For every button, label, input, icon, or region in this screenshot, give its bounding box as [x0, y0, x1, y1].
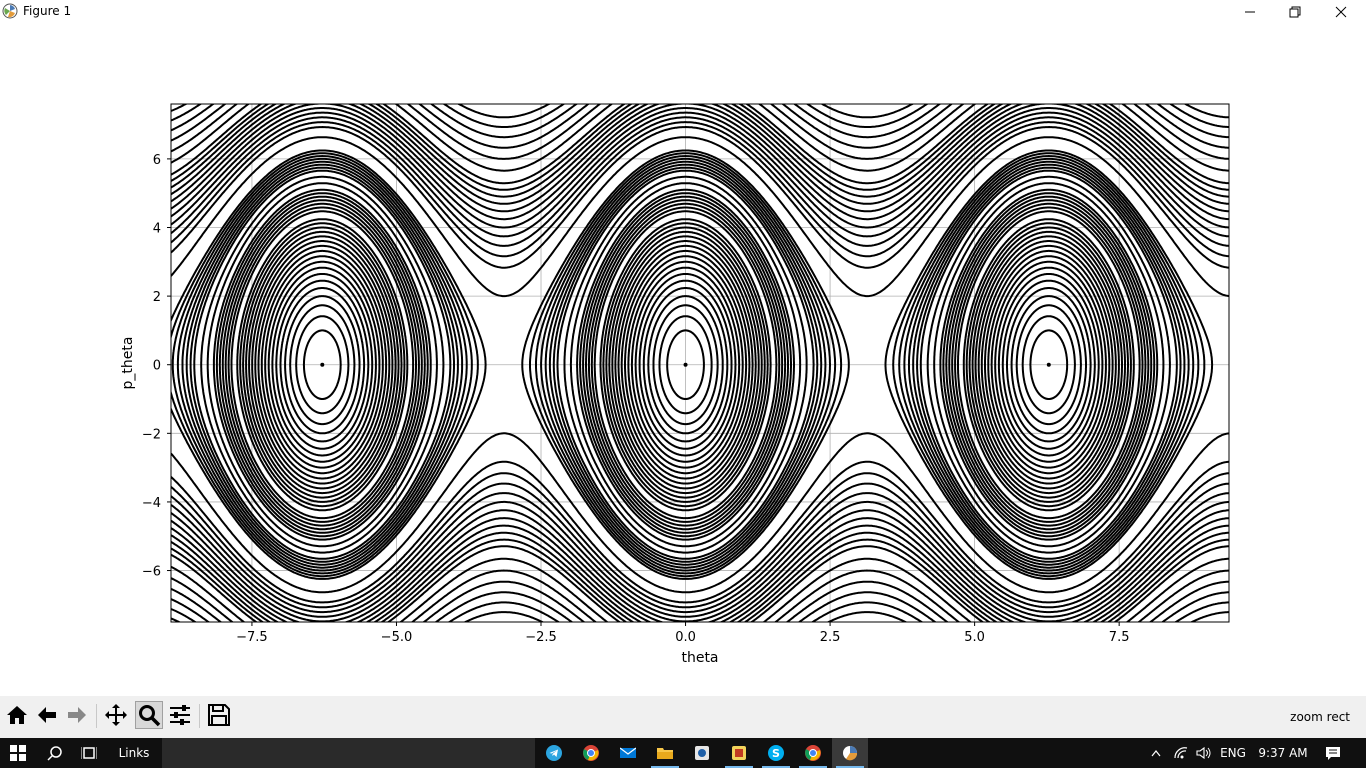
- x-tick-label: 0.0: [675, 630, 696, 645]
- taskbar-app-telegram[interactable]: [536, 738, 572, 768]
- language-indicator: ENG: [1220, 746, 1246, 760]
- app-icon: [695, 746, 709, 760]
- save-button[interactable]: [205, 701, 233, 729]
- x-tick-label: 7.5: [1109, 630, 1130, 645]
- y-tick-label: −6: [142, 565, 161, 580]
- chevron-up-icon: [1151, 750, 1161, 757]
- minimize-button[interactable]: [1227, 0, 1273, 24]
- taskbar-app-figure[interactable]: [832, 738, 868, 768]
- taskbar-app-chrome-2[interactable]: [795, 738, 831, 768]
- phase-space-chart[interactable]: −7.5 −5.0 −2.5 0.0 2.5 5.0 7.5 −6 −4 −2 0 2 4 6 theta p…: [0, 24, 1366, 696]
- clock-button[interactable]: 9:37 AM: [1252, 738, 1314, 768]
- toolbar-status-message: zoom rect: [1290, 710, 1350, 724]
- x-tick-label: −2.5: [525, 630, 557, 645]
- volume-button[interactable]: [1194, 738, 1214, 768]
- home-button[interactable]: [3, 701, 31, 729]
- taskbar-app-2[interactable]: [721, 738, 757, 768]
- links-label: Links: [118, 746, 150, 760]
- window-titlebar: Figure 1: [0, 0, 1366, 24]
- pan-button[interactable]: [102, 701, 130, 729]
- input-language-button[interactable]: ENG: [1216, 738, 1250, 768]
- restore-button[interactable]: [1272, 0, 1318, 24]
- x-tick-label: −7.5: [236, 630, 268, 645]
- telegram-icon: [546, 745, 562, 761]
- navigation-toolbar: zoom rect: [0, 696, 1366, 738]
- y-tick-label: 4: [153, 221, 161, 236]
- task-view-button[interactable]: [72, 738, 106, 768]
- taskbar-app-chrome[interactable]: [573, 738, 609, 768]
- zoom-button[interactable]: [135, 701, 163, 729]
- toolbar-separator: [96, 704, 97, 728]
- chrome-icon: [805, 745, 821, 761]
- y-axis-label: p_theta: [120, 337, 136, 390]
- zoom-icon: [139, 705, 161, 727]
- close-button[interactable]: [1318, 0, 1364, 24]
- forward-button[interactable]: [63, 701, 91, 729]
- figure-canvas[interactable]: −7.5 −5.0 −2.5 0.0 2.5 5.0 7.5 −6 −4 −2 0 2 4 6 theta p…: [0, 24, 1366, 696]
- notification-icon: [1326, 747, 1340, 760]
- configure-subplots-icon: [170, 705, 190, 725]
- skype-icon: S: [768, 745, 784, 761]
- taskbar-app-file-explorer[interactable]: [647, 738, 683, 768]
- links-toolbar[interactable]: Links: [106, 738, 162, 768]
- window-title: Figure 1: [23, 4, 72, 18]
- taskbar-blank-area: [162, 738, 535, 768]
- windows-logo-icon: [10, 745, 26, 761]
- svg-text:S: S: [772, 747, 780, 760]
- fixed-point-marker: [1046, 362, 1051, 367]
- save-icon: [208, 704, 230, 726]
- action-center-button[interactable]: [1318, 738, 1348, 768]
- chrome-icon: [583, 745, 599, 761]
- y-tick-label: 2: [153, 290, 161, 305]
- x-axis-label: theta: [681, 650, 718, 666]
- fixed-point-marker: [683, 362, 688, 367]
- rotation-contour-upper: [171, 104, 1229, 149]
- matplotlib-app-icon: [2, 3, 18, 19]
- forward-arrow-icon: [68, 707, 86, 723]
- back-arrow-icon: [38, 707, 56, 723]
- file-explorer-icon: [657, 748, 673, 759]
- taskbar-app-skype[interactable]: S: [758, 738, 794, 768]
- search-button[interactable]: [38, 738, 72, 768]
- x-tick-label: 2.5: [820, 630, 841, 645]
- speaker-icon: [1196, 746, 1211, 760]
- pan-icon: [105, 704, 127, 726]
- windows-taskbar: Links S ENG 9:37 AM: [0, 738, 1366, 768]
- back-button[interactable]: [33, 701, 61, 729]
- home-icon: [7, 706, 27, 724]
- toolbar-separator: [199, 704, 200, 728]
- network-button[interactable]: [1170, 738, 1192, 768]
- minimize-icon: [1245, 11, 1255, 13]
- close-icon: [1335, 6, 1347, 18]
- start-button[interactable]: [0, 738, 36, 768]
- mail-icon: [620, 747, 636, 758]
- y-tick-label: 6: [153, 153, 161, 168]
- taskbar-app-1[interactable]: [684, 738, 720, 768]
- y-tick-label: −2: [142, 427, 161, 442]
- search-icon: [47, 746, 62, 761]
- taskbar-app-mail[interactable]: [610, 738, 646, 768]
- x-tick-label: 5.0: [964, 630, 985, 645]
- x-tick-label: −5.0: [381, 630, 413, 645]
- python-figure-icon: [843, 746, 858, 761]
- y-tick-label: −4: [142, 496, 161, 511]
- restore-icon: [1289, 6, 1301, 18]
- y-tick-label: 0: [153, 359, 161, 374]
- clock-time: 9:37 AM: [1258, 746, 1308, 760]
- configure-subplots-button[interactable]: [166, 701, 194, 729]
- wifi-icon: [1174, 747, 1188, 759]
- fixed-point-marker: [320, 362, 325, 367]
- task-view-icon: [81, 747, 97, 759]
- app-icon: [732, 746, 746, 760]
- show-hidden-icons-button[interactable]: [1146, 738, 1166, 768]
